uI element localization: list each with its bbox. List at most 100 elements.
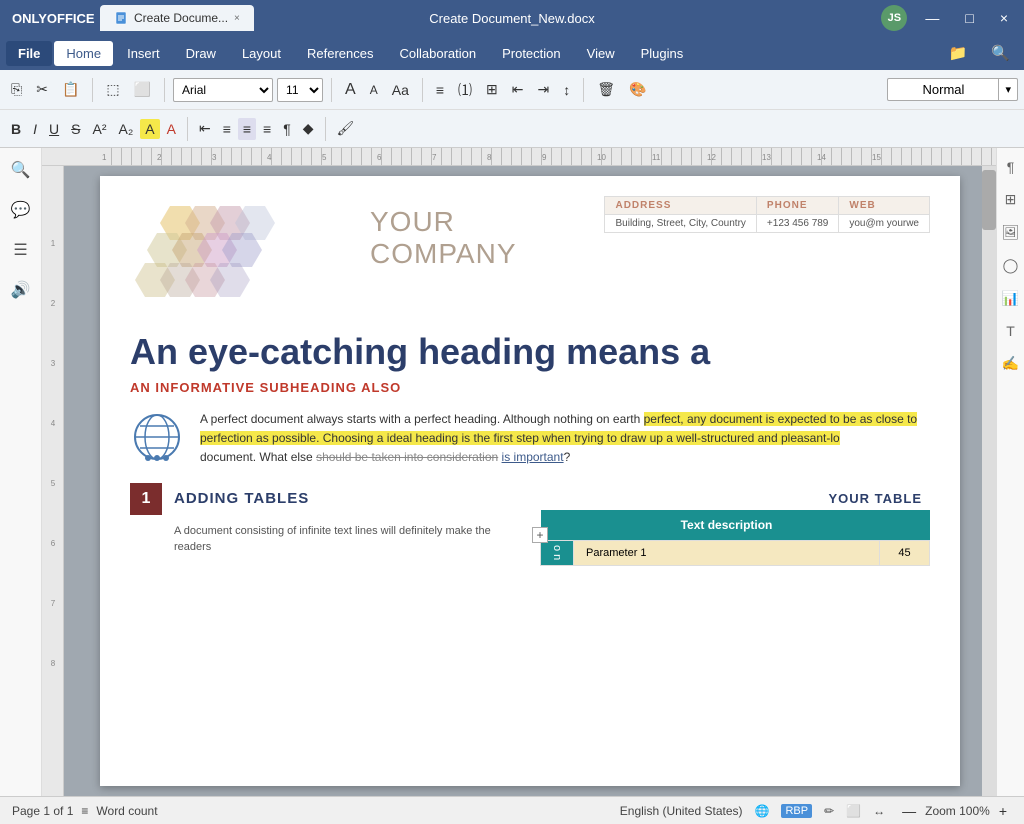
- maximize-button[interactable]: □: [957, 8, 981, 28]
- body-icon: [130, 410, 185, 465]
- align-center-button[interactable]: ≡: [218, 118, 236, 140]
- company-name-line2: COMPANY: [370, 238, 517, 270]
- word-count-label[interactable]: Word count: [96, 804, 157, 818]
- page-header: YOUR COMPANY ADDRESS PHONE WEB Building,…: [100, 176, 960, 316]
- section-left: 1 ADDING TABLES A document consisting of…: [130, 483, 520, 566]
- vertical-scrollbar[interactable]: [982, 166, 996, 796]
- tab-close-button[interactable]: ×: [234, 13, 240, 24]
- find-icon[interactable]: 🔍: [7, 156, 35, 184]
- comment-icon[interactable]: 💬: [7, 196, 35, 224]
- menu-references[interactable]: References: [295, 41, 385, 66]
- font-color-button[interactable]: A: [162, 118, 181, 140]
- clear-format-button[interactable]: 🗑: [592, 78, 620, 101]
- indent-decrease-button[interactable]: ⇤: [507, 78, 529, 101]
- company-name-line1: YOUR: [370, 206, 517, 238]
- paste-button[interactable]: 📋: [57, 78, 84, 101]
- align-right-button[interactable]: ≡: [238, 118, 256, 140]
- style-dropdown-arrow[interactable]: ▾: [998, 79, 1017, 100]
- right-table-icon[interactable]: ⊞: [1002, 188, 1020, 211]
- decrease-font-button[interactable]: A: [365, 80, 383, 100]
- line-spacing-button[interactable]: ↕: [558, 79, 575, 101]
- menu-view[interactable]: View: [575, 41, 627, 66]
- zoom-out-button[interactable]: —: [897, 800, 921, 822]
- status-bar-right: English (United States) 🌐 RBP ✏ ⬜ ↔ — Zo…: [620, 800, 1012, 822]
- fit-width-icon[interactable]: ↔: [873, 804, 885, 818]
- right-signature-icon[interactable]: ✍: [999, 352, 1022, 375]
- right-shape-icon[interactable]: ◯: [1000, 254, 1022, 277]
- page-body: A perfect document always starts with a …: [100, 405, 960, 478]
- svg-text:1: 1: [102, 153, 107, 162]
- toolbar-row2: B I U S A² A₂ A A ⇤ ≡ ≡ ≡ ¶ ◆ 🖌: [0, 110, 1024, 148]
- speaker-icon[interactable]: 🔊: [7, 276, 35, 304]
- bullets-button[interactable]: ≡: [431, 79, 449, 101]
- close-window-button[interactable]: ×: [992, 8, 1016, 28]
- paragraph-button[interactable]: ¶: [278, 118, 296, 140]
- multilevel-button[interactable]: ⊞: [481, 78, 503, 101]
- menu-insert[interactable]: Insert: [115, 41, 172, 66]
- clone-button[interactable]: ⬚: [101, 78, 124, 101]
- globe-status-icon[interactable]: 🌐: [755, 804, 770, 818]
- copy-style-button[interactable]: 🖌: [332, 117, 360, 140]
- zoom-label: Zoom 100%: [925, 804, 990, 818]
- title-bar-right: JS — □ ×: [881, 5, 1016, 31]
- style-dropdown[interactable]: Normal ▾: [887, 78, 1018, 101]
- indent-increase-button[interactable]: ⇥: [533, 78, 555, 101]
- minimize-button[interactable]: —: [917, 8, 947, 28]
- highlight-button[interactable]: A: [140, 119, 159, 139]
- justify-button[interactable]: ≡: [258, 118, 276, 140]
- subscript-button[interactable]: A₂: [113, 118, 138, 140]
- svg-text:14: 14: [817, 153, 826, 162]
- body-text-link[interactable]: is important: [502, 450, 564, 464]
- table-header-col3: [880, 510, 930, 541]
- cut-button[interactable]: ✂: [31, 78, 53, 101]
- menu-protection[interactable]: Protection: [490, 41, 573, 66]
- address-header: ADDRESS: [605, 197, 756, 214]
- right-paragraph-icon[interactable]: ¶: [1004, 156, 1018, 178]
- case-button[interactable]: Aa: [387, 79, 414, 101]
- font-size-selector[interactable]: 11: [277, 78, 323, 102]
- menu-layout[interactable]: Layout: [230, 41, 293, 66]
- bold-button[interactable]: B: [6, 118, 26, 140]
- strikethrough-button[interactable]: S: [66, 118, 85, 140]
- active-tab[interactable]: Create Docume... ×: [100, 5, 254, 31]
- paragraph-marks-icon[interactable]: ☰: [9, 236, 31, 264]
- numbering-button[interactable]: ⑴: [453, 77, 477, 103]
- open-file-icon[interactable]: 📁: [941, 40, 976, 66]
- align-left-button[interactable]: ⇤: [194, 117, 216, 140]
- zoom-in-button[interactable]: +: [994, 800, 1012, 822]
- scroll-thumb[interactable]: [982, 170, 996, 230]
- doc-content: 1 2 3 4 5 6 7 8: [42, 166, 996, 796]
- menu-home[interactable]: Home: [54, 41, 113, 66]
- web-header: WEB: [839, 197, 929, 214]
- menu-collaboration[interactable]: Collaboration: [387, 41, 488, 66]
- language-label[interactable]: English (United States): [620, 804, 743, 818]
- table-add-button[interactable]: +: [532, 527, 548, 543]
- right-image-icon[interactable]: 🖼: [999, 221, 1023, 244]
- search-menu-icon[interactable]: 🔍: [983, 40, 1018, 66]
- underline-button[interactable]: U: [44, 118, 64, 140]
- right-chart-icon[interactable]: 📊: [999, 287, 1022, 310]
- right-text-icon[interactable]: T: [1003, 320, 1018, 342]
- shading-button[interactable]: 🎨: [624, 78, 651, 101]
- menu-draw[interactable]: Draw: [174, 41, 228, 66]
- copy-button[interactable]: ⎘: [6, 78, 27, 101]
- svg-text:1: 1: [51, 239, 56, 248]
- superscript-button[interactable]: A²: [87, 118, 111, 140]
- svg-text:10: 10: [597, 153, 606, 162]
- menu-plugins[interactable]: Plugins: [629, 41, 696, 66]
- increase-font-button[interactable]: A: [340, 78, 361, 102]
- select-all-button[interactable]: ⬜: [129, 78, 156, 101]
- italic-button[interactable]: I: [28, 118, 42, 140]
- menu-file[interactable]: File: [6, 41, 52, 66]
- user-avatar[interactable]: JS: [881, 5, 907, 31]
- toolbar-row1: ⎘ ✂ 📋 ⬚ ⬜ Arial 11 A A Aa ≡ ⑴ ⊞ ⇤ ⇥ ↕ 🗑 …: [0, 70, 1024, 110]
- table-wrapper: YOUR TABLE + Text description: [540, 487, 930, 566]
- contact-table: ADDRESS PHONE WEB Building, Street, City…: [604, 196, 930, 233]
- review-icon[interactable]: ✏: [824, 804, 834, 818]
- fit-page-icon[interactable]: ⬜: [846, 804, 861, 818]
- spell-check-icon[interactable]: RBP: [781, 804, 812, 818]
- body-text-normal: A perfect document always starts with a …: [200, 412, 644, 426]
- color-fill-button[interactable]: ◆: [298, 117, 319, 140]
- body-text-strikethrough: should be taken into consideration: [316, 450, 498, 464]
- font-family-selector[interactable]: Arial: [173, 78, 273, 102]
